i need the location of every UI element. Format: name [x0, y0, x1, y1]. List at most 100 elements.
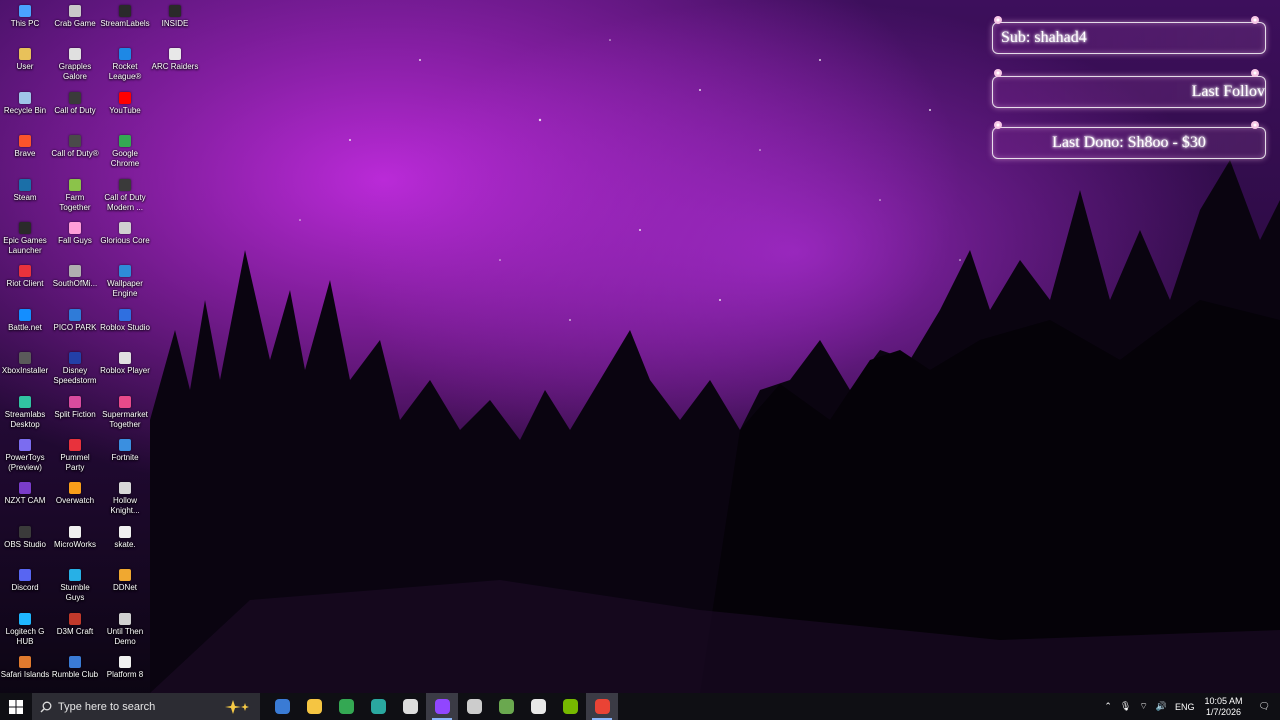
taskbar-app-steam[interactable] — [394, 693, 426, 720]
desktop-icon[interactable]: XboxInstaller — [0, 352, 50, 376]
desktop-icon-label: DDNet — [112, 583, 137, 593]
app-icon — [119, 178, 131, 191]
desktop-icon[interactable]: Google Chrome — [100, 135, 150, 169]
language-indicator[interactable]: ENG — [1171, 702, 1199, 712]
desktop-icon[interactable]: Roblox Player — [100, 352, 150, 376]
desktop-icon[interactable]: Overwatch — [50, 482, 100, 506]
app-icon — [19, 265, 31, 278]
desktop-icon-label: Pummel Party — [60, 453, 90, 472]
desktop-icon-label: StreamLabels — [100, 19, 150, 28]
desktop-icon[interactable]: Recycle Bin — [0, 91, 50, 116]
desktop-icon[interactable]: Hollow Knight... — [100, 482, 150, 516]
flower-icon — [1251, 16, 1259, 24]
last-dono-text: Last Dono: Sh8oo - $30 — [1052, 134, 1206, 151]
desktop-icon[interactable]: Rumble Club — [50, 656, 100, 680]
taskbar-app-nvidia[interactable] — [554, 693, 586, 720]
desktop-icon[interactable]: Battle.net — [0, 308, 50, 333]
desktop-icon[interactable]: OBS Studio — [0, 525, 50, 550]
desktop-icon[interactable]: ARC Raiders — [150, 48, 200, 72]
desktop-icon[interactable]: Call of Duty® — [50, 135, 100, 159]
desktop-icon[interactable]: PowerToys (Preview) — [0, 439, 50, 473]
desktop-icon[interactable]: Brave — [0, 135, 50, 159]
desktop-icon-label: Epic Games Launcher — [3, 236, 47, 255]
desktop-icon[interactable]: This PC — [0, 5, 50, 29]
desktop-icon[interactable]: Streamlabs Desktop — [0, 395, 50, 430]
desktop-icon[interactable]: Fall Guys — [50, 222, 100, 246]
volume-icon[interactable]: 🔊 — [1152, 701, 1171, 712]
taskbar-search-box[interactable]: Type here to search — [32, 693, 260, 720]
taskbar-apps — [266, 693, 618, 720]
desktop-icon[interactable]: StreamLabels — [100, 5, 150, 29]
notifications-icon[interactable]: 🗨 — [1249, 701, 1280, 712]
desktop-icon[interactable]: Steam — [0, 178, 50, 203]
app-icon — [19, 48, 31, 61]
desktop-icon[interactable]: Platform 8 — [100, 656, 150, 680]
app-icon — [69, 439, 81, 451]
desktop-icon[interactable]: Farm Together — [50, 178, 100, 213]
desktop-icon[interactable]: Discord — [0, 569, 50, 593]
taskbar: Type here to search ⌃ 🎙 ⌔ 🔊 ENG 10:05 AM… — [0, 693, 1280, 720]
desktop-icon[interactable]: Grapples Galore — [50, 48, 100, 82]
app-icon — [119, 5, 131, 17]
desktop-icon[interactable]: D3M Craft — [50, 612, 100, 637]
desktop-icon[interactable]: Stumble Guys — [50, 569, 100, 603]
desktop-icon[interactable]: DDNet — [100, 569, 150, 593]
flower-icon — [994, 69, 1002, 77]
desktop-icon[interactable]: SouthOfMi... — [50, 265, 100, 289]
taskbar-app-twitch-studio[interactable] — [426, 693, 458, 720]
network-icon[interactable]: ⌔ — [1135, 701, 1151, 712]
desktop-icon-label: D3M Craft — [56, 626, 94, 636]
app-icon — [119, 612, 131, 625]
desktop-icon[interactable]: Safari Islands — [0, 656, 50, 680]
last-sub-text: Sub: shahad4 — [1001, 29, 1087, 46]
desktop-icon[interactable]: Wallpaper Engine — [100, 265, 150, 299]
desktop-icon-label: Until Then Demo — [106, 626, 144, 646]
desktop-icon-label: Safari Islands — [0, 670, 50, 679]
desktop-icon[interactable]: YouTube — [100, 91, 150, 116]
app-icon — [19, 308, 31, 321]
desktop-icon[interactable]: skate. — [100, 525, 150, 550]
desktop-icon-label: Logitech G HUB — [5, 626, 45, 646]
desktop-wallpaper — [0, 0, 1280, 720]
app-icon — [119, 308, 131, 321]
desktop-icon[interactable]: Crab Game — [50, 5, 100, 29]
desktop-icon[interactable]: Call of Duty — [50, 91, 100, 116]
taskbar-app-obs[interactable] — [458, 693, 490, 720]
desktop-icon[interactable]: NZXT CAM — [0, 482, 50, 506]
desktop-icon[interactable]: Fortnite — [100, 439, 150, 463]
app-icon — [19, 612, 31, 625]
desktop-icon[interactable]: Roblox Studio — [100, 308, 150, 333]
desktop-icon[interactable]: Epic Games Launcher — [0, 222, 50, 256]
chevron-up-icon[interactable]: ⌃ — [1100, 701, 1116, 712]
desktop-icon-label: Wallpaper Engine — [107, 279, 143, 299]
desktop-icon[interactable]: Call of Duty Modern ... — [100, 178, 150, 213]
desktop-icon[interactable]: Until Then Demo — [100, 612, 150, 647]
taskbar-app-minecraft[interactable] — [490, 693, 522, 720]
desktop-icon[interactable]: Disney Speedstorm — [50, 352, 100, 386]
desktop-icon[interactable]: INSIDE — [150, 5, 200, 29]
taskbar-app-edge[interactable] — [362, 693, 394, 720]
desktop-icon[interactable]: Rocket League® — [100, 48, 150, 82]
microphone-icon[interactable]: 🎙 — [1116, 701, 1135, 712]
desktop-icon[interactable]: Supermarket Together — [100, 395, 150, 430]
app-icon — [19, 525, 31, 538]
taskbar-app-file-explorer[interactable] — [298, 693, 330, 720]
start-button[interactable] — [0, 693, 32, 720]
clock[interactable]: 10:05 AM 1/7/2026 — [1199, 696, 1249, 718]
desktop-icon-label: Glorious Core — [100, 236, 150, 245]
app-icon — [119, 439, 131, 451]
desktop-icon[interactable]: User — [0, 48, 50, 72]
desktop-icon[interactable]: Riot Client — [0, 265, 50, 289]
taskbar-app-chrome[interactable] — [330, 693, 362, 720]
desktop-icon[interactable]: Glorious Core — [100, 222, 150, 246]
desktop-icon[interactable]: Split Fiction — [50, 395, 100, 420]
desktop-icon[interactable]: MicroWorks — [50, 525, 100, 550]
taskbar-app-package[interactable] — [522, 693, 554, 720]
desktop-icon-label: Call of Duty — [54, 105, 96, 115]
desktop-icon[interactable]: Logitech G HUB — [0, 612, 50, 647]
app-icon — [19, 222, 31, 234]
desktop-icon[interactable]: Pummel Party — [50, 439, 100, 473]
taskbar-app-store[interactable] — [266, 693, 298, 720]
taskbar-app-chrome-profile[interactable] — [586, 693, 618, 720]
desktop-icon[interactable]: PICO PARK — [50, 308, 100, 333]
